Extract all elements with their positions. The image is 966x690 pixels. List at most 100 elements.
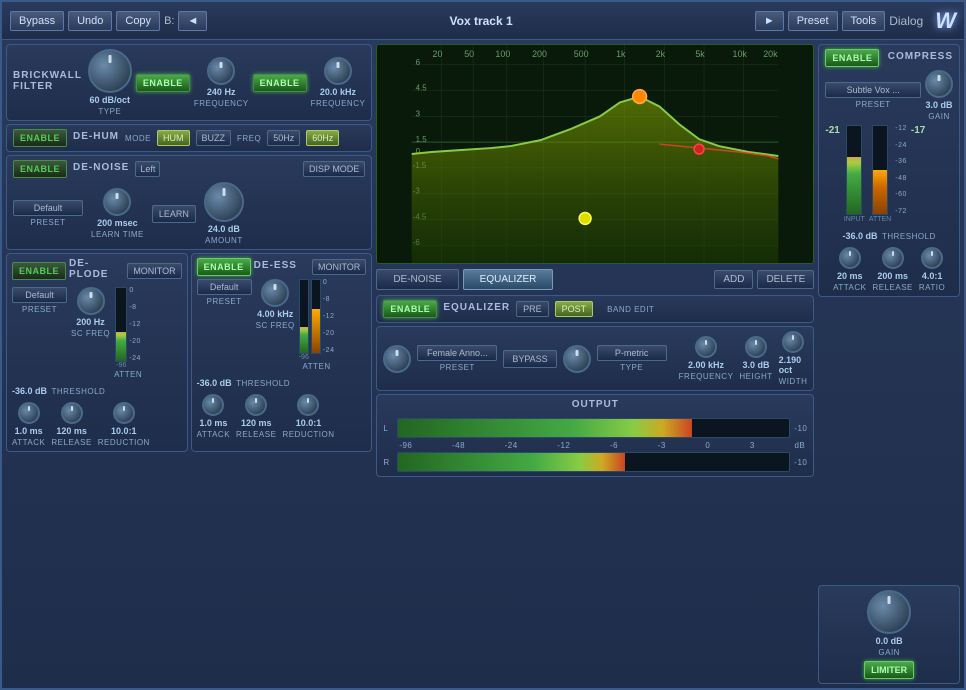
eq-height-knob[interactable]	[745, 336, 767, 358]
brickwall-type-knob[interactable]	[88, 49, 132, 93]
eq-enable-button[interactable]: ENABLE	[383, 300, 437, 318]
compress-ratio-knob[interactable]	[921, 247, 943, 269]
delete-button[interactable]: DELETE	[757, 270, 814, 289]
copy-button[interactable]: Copy	[116, 11, 160, 31]
compress-enable-button[interactable]: ENABLE	[825, 49, 879, 67]
deess-attack-knob[interactable]	[202, 394, 224, 416]
deess-reduction-knob[interactable]	[297, 394, 319, 416]
deplode-reduction-label: REDUCTION	[98, 438, 150, 447]
equalizer-tab[interactable]: EQUALIZER	[463, 269, 554, 290]
preset-button[interactable]: Preset	[788, 11, 838, 31]
compress-attack-knob[interactable]	[839, 247, 861, 269]
denoise-tab[interactable]: DE-NOISE	[376, 269, 458, 290]
compress-preset-dropdown[interactable]: Subtle Vox ...	[825, 82, 921, 98]
nav-left-button[interactable]: ◄	[178, 11, 207, 31]
limiter-button[interactable]: LIMITER	[864, 661, 914, 679]
add-button[interactable]: ADD	[714, 270, 753, 289]
deplode-reduction-knob[interactable]	[113, 402, 135, 424]
brickwall-freq1-val: 240 Hz	[207, 87, 236, 97]
compress-gain-val: 3.0 dB	[925, 100, 952, 110]
denoise-disp-mode-button[interactable]: DISP MODE	[303, 161, 365, 177]
eq-pre-button[interactable]: PRE	[516, 301, 549, 317]
output-gain-knob[interactable]	[867, 590, 911, 634]
brickwall-freq2-label: FREQUENCY	[311, 99, 366, 108]
output-l-meter	[397, 418, 790, 438]
compress-atten-label: ATTEN	[869, 216, 891, 223]
svg-text:1.5: 1.5	[416, 135, 428, 144]
deess-preset-dropdown[interactable]: Default	[197, 279, 252, 295]
denoise-learn-button[interactable]: LEARN	[152, 205, 196, 223]
nav-right-button[interactable]: ►	[755, 11, 784, 31]
eq-preset-row: Female Anno... PRESET BYPASS P-metric TY…	[376, 326, 814, 391]
denoise-channel-dropdown[interactable]: Left	[135, 161, 160, 177]
logo-area: W	[935, 8, 956, 34]
deplode-preset-dropdown[interactable]: Default	[12, 287, 67, 303]
output-marker-4: -12	[557, 441, 570, 450]
denoise-learn-time-label: LEARN TIME	[91, 230, 144, 239]
tools-button[interactable]: Tools	[842, 11, 886, 31]
deplode-attack-label: ATTACK	[12, 438, 45, 447]
deplode-title: DE-PLODE	[69, 258, 123, 280]
brickwall-enable2-button[interactable]: ENABLE	[253, 74, 307, 92]
compress-gain-knob[interactable]	[925, 70, 953, 98]
denoise-enable-button[interactable]: ENABLE	[13, 160, 67, 178]
svg-text:1k: 1k	[616, 49, 626, 59]
deplode-monitor-button[interactable]: MONITOR	[127, 263, 181, 279]
deplode-input-label: -96	[116, 362, 126, 369]
svg-text:6: 6	[416, 58, 421, 67]
brickwall-enable1-button[interactable]: ENABLE	[136, 74, 190, 92]
svg-text:4.5: 4.5	[416, 84, 428, 93]
eq-band-edit-label: BAND EDIT	[607, 305, 654, 314]
eq-bypass-button[interactable]: BYPASS	[503, 350, 556, 368]
eq-type-dropdown[interactable]: P-metric	[597, 345, 667, 361]
dehum-hum-button[interactable]: HUM	[157, 130, 190, 146]
deplode-enable-button[interactable]: ENABLE	[12, 262, 66, 280]
dehum-enable-button[interactable]: ENABLE	[13, 129, 67, 147]
compress-release-label: RELEASE	[872, 283, 912, 292]
dialog-label: Dialog	[889, 14, 923, 28]
deplode-release-knob[interactable]	[61, 402, 83, 424]
dehum-freq2-button[interactable]: 60Hz	[306, 130, 339, 146]
undo-button[interactable]: Undo	[68, 11, 112, 31]
eq-preset-dropdown[interactable]: Female Anno...	[417, 345, 497, 361]
output-l-label: L	[383, 424, 393, 433]
deplode-scfreq-knob[interactable]	[77, 287, 105, 315]
denoise-amount-knob[interactable]	[204, 182, 244, 222]
eq-type-knob[interactable]	[563, 345, 591, 373]
dehum-buzz-button[interactable]: BUZZ	[196, 130, 232, 146]
compress-release-knob[interactable]	[882, 247, 904, 269]
brickwall-freq2-knob[interactable]	[324, 57, 352, 85]
denoise-preset-dropdown[interactable]: Default	[13, 200, 83, 216]
svg-text:10k: 10k	[733, 49, 748, 59]
denoise-learn-time-knob[interactable]	[103, 188, 131, 216]
lower-sections: ENABLE DE-PLODE MONITOR Default PRESET 2…	[6, 253, 372, 452]
compress-thresh-val: -17	[911, 125, 925, 136]
brickwall-freq1-knob[interactable]	[207, 57, 235, 85]
dehum-title: DE-HUM	[73, 131, 119, 142]
brickwall-freq1-label: FREQUENCY	[194, 99, 249, 108]
eq-title: EQUALIZER	[443, 302, 510, 313]
bypass-button[interactable]: Bypass	[10, 11, 64, 31]
b-label: B:	[164, 15, 174, 27]
deess-release-knob[interactable]	[245, 394, 267, 416]
deess-scfreq-knob[interactable]	[261, 279, 289, 307]
deplode-reduction-val: 10.0:1	[111, 426, 137, 436]
eq-display: 20 50 100 200 500 1k 2k 5k 10k 20k 6 4.5…	[376, 44, 814, 264]
svg-text:500: 500	[574, 49, 589, 59]
eq-preset-knob[interactable]	[383, 345, 411, 373]
deplode-attack-knob[interactable]	[18, 402, 40, 424]
compress-ratio-label: RATIO	[919, 283, 945, 292]
output-gain-label: GAIN	[878, 648, 900, 657]
deess-enable-button[interactable]: ENABLE	[197, 258, 251, 276]
deess-monitor-button[interactable]: MONITOR	[312, 259, 366, 275]
deess-reduction-val: 10.0:1	[296, 418, 322, 428]
eq-post-button[interactable]: POST	[555, 301, 594, 317]
dehum-section: ENABLE DE-HUM MODE HUM BUZZ FREQ 50Hz 60…	[6, 124, 372, 152]
svg-text:5k: 5k	[696, 49, 706, 59]
compress-thresh2-val: -21	[825, 125, 839, 136]
eq-width-knob[interactable]	[782, 331, 804, 353]
output-r-meter	[397, 452, 790, 472]
eq-freq-knob[interactable]	[695, 336, 717, 358]
denoise-section: ENABLE DE-NOISE Left DISP MODE Default P…	[6, 155, 372, 250]
dehum-freq1-button[interactable]: 50Hz	[267, 130, 300, 146]
